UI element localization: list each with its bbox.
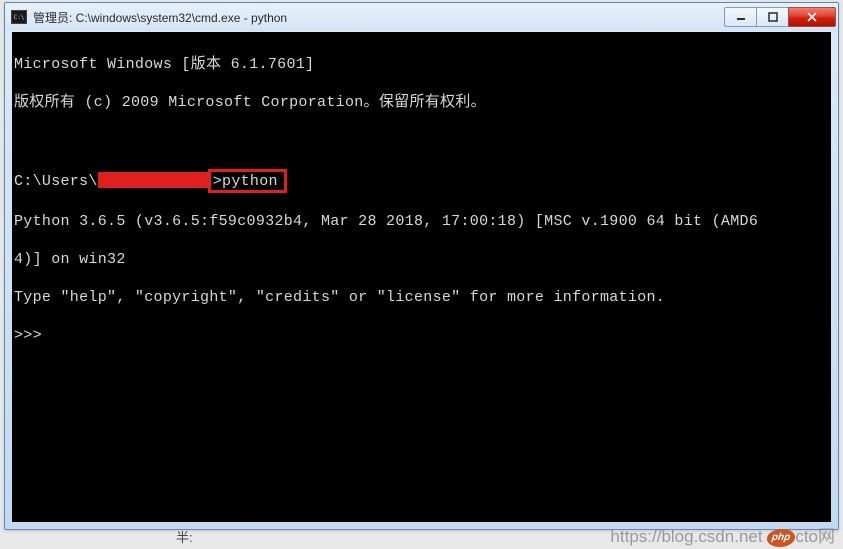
- blank-line: [14, 131, 829, 150]
- minimize-icon: [736, 12, 746, 22]
- repl-prompt: >>>: [14, 326, 829, 345]
- minimize-button[interactable]: [724, 7, 756, 27]
- maximize-button[interactable]: [756, 7, 788, 27]
- watermark-url: https://blog.csdn.net: [610, 527, 762, 546]
- output-line: Microsoft Windows [版本 6.1.7601]: [14, 55, 829, 74]
- cmd-icon: [11, 10, 27, 24]
- highlighted-command: >python: [208, 169, 287, 193]
- output-line: 版权所有 (c) 2009 Microsoft Corporation。保留所有…: [14, 93, 829, 112]
- output-line: Python 3.6.5 (v3.6.5:f59c0932b4, Mar 28 …: [14, 212, 829, 231]
- redacted-username: [98, 172, 208, 188]
- watermark-suffix: cto网: [795, 527, 835, 546]
- output-line: 4)] on win32: [14, 250, 829, 269]
- close-icon: [807, 12, 817, 22]
- caption-text: 半:: [176, 527, 193, 546]
- prompt-line: C:\Users\ >python: [14, 169, 829, 193]
- watermark: https://blog.csdn.net phpcto网: [610, 522, 835, 547]
- terminal-area[interactable]: Microsoft Windows [版本 6.1.7601] 版权所有 (c)…: [12, 32, 831, 522]
- close-button[interactable]: [788, 7, 836, 27]
- watermark-logo: php: [766, 529, 797, 547]
- title-bar[interactable]: 管理员: C:\windows\system32\cmd.exe - pytho…: [5, 3, 838, 31]
- window-title: 管理员: C:\windows\system32\cmd.exe - pytho…: [33, 9, 724, 26]
- prompt-prefix: C:\Users\: [14, 173, 98, 190]
- window-controls: [724, 7, 836, 27]
- maximize-icon: [768, 12, 778, 22]
- output-line: Type "help", "copyright", "credits" or "…: [14, 288, 829, 307]
- cmd-window: 管理员: C:\windows\system32\cmd.exe - pytho…: [4, 2, 839, 530]
